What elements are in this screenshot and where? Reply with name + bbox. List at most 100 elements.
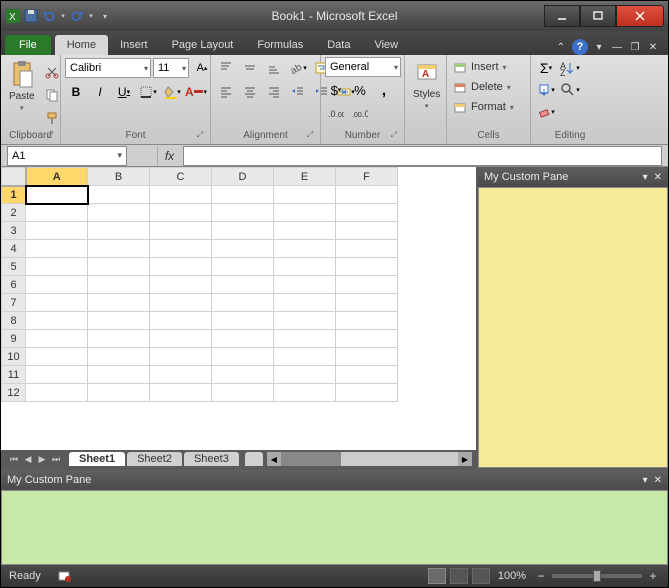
tab-formulas[interactable]: Formulas xyxy=(245,35,315,55)
insert-cells-button[interactable]: Insert▾ xyxy=(451,57,509,77)
cell[interactable] xyxy=(150,204,212,222)
cell[interactable] xyxy=(274,222,336,240)
font-family-combo[interactable]: Calibri xyxy=(65,58,151,78)
cell[interactable] xyxy=(88,294,150,312)
cell[interactable] xyxy=(26,204,88,222)
cell[interactable] xyxy=(150,294,212,312)
app-icon[interactable]: X xyxy=(5,8,21,24)
cell[interactable] xyxy=(88,258,150,276)
file-tab[interactable]: File xyxy=(5,35,51,55)
row-header[interactable]: 5 xyxy=(2,258,26,276)
grid[interactable]: A B C D E F 1 2 3 4 5 6 7 xyxy=(1,167,398,402)
font-size-combo[interactable]: 11 xyxy=(153,58,189,78)
cell[interactable] xyxy=(150,384,212,402)
minimize-button[interactable] xyxy=(544,5,580,27)
cell[interactable] xyxy=(26,312,88,330)
col-header[interactable]: D xyxy=(212,168,274,186)
cell[interactable] xyxy=(26,186,88,204)
cell[interactable] xyxy=(274,366,336,384)
cell[interactable] xyxy=(212,186,274,204)
minimize-ribbon-icon[interactable]: ⌃ xyxy=(554,40,568,54)
sheet-nav-prev-icon[interactable]: ◀ xyxy=(21,452,35,466)
undo-icon[interactable] xyxy=(41,8,57,24)
cell[interactable] xyxy=(274,276,336,294)
cell[interactable] xyxy=(150,186,212,204)
cell[interactable] xyxy=(88,366,150,384)
cell[interactable] xyxy=(26,366,88,384)
row-header[interactable]: 2 xyxy=(2,204,26,222)
row-header[interactable]: 6 xyxy=(2,276,26,294)
row-header[interactable]: 9 xyxy=(2,330,26,348)
pane-body[interactable] xyxy=(478,187,668,468)
cell[interactable] xyxy=(212,348,274,366)
clipboard-launcher-icon[interactable]: ⤢ xyxy=(44,130,56,142)
sheet-tab[interactable]: Sheet2 xyxy=(127,452,182,466)
col-header[interactable]: E xyxy=(274,168,336,186)
align-bottom-icon[interactable] xyxy=(263,57,285,79)
cell[interactable] xyxy=(26,240,88,258)
redo-icon[interactable] xyxy=(69,8,85,24)
sheet-tab[interactable]: Sheet3 xyxy=(184,452,239,466)
cell[interactable] xyxy=(150,348,212,366)
sheet-nav-last-icon[interactable]: ⏭ xyxy=(49,452,63,466)
close-button[interactable] xyxy=(616,5,664,27)
italic-button[interactable]: I xyxy=(89,81,111,103)
cell[interactable] xyxy=(336,312,398,330)
cell[interactable] xyxy=(274,186,336,204)
cell[interactable] xyxy=(150,240,212,258)
format-cells-button[interactable]: Format▾ xyxy=(451,97,516,117)
copy-icon[interactable] xyxy=(41,84,63,106)
cell[interactable] xyxy=(336,366,398,384)
bold-button[interactable]: B xyxy=(65,81,87,103)
h-scrollbar[interactable]: ◀▶ xyxy=(267,452,472,466)
sheet-nav-next-icon[interactable]: ▶ xyxy=(35,452,49,466)
maximize-button[interactable] xyxy=(580,5,616,27)
row-header[interactable]: 8 xyxy=(2,312,26,330)
zoom-out-button[interactable]: − xyxy=(534,569,548,583)
pane-dropdown-icon[interactable]: ▾ xyxy=(643,172,648,183)
sheet-tab[interactable]: Sheet1 xyxy=(69,452,125,466)
alignment-launcher-icon[interactable]: ⤢ xyxy=(304,130,316,142)
row-header[interactable]: 7 xyxy=(2,294,26,312)
styles-button[interactable]: A Styles ▾ xyxy=(409,57,444,114)
tab-data[interactable]: Data xyxy=(315,35,362,55)
currency-icon[interactable]: $▾ xyxy=(325,79,347,101)
border-icon[interactable]: ▾ xyxy=(137,81,159,103)
row-header[interactable]: 4 xyxy=(2,240,26,258)
autosum-icon[interactable]: Σ▾ xyxy=(535,57,557,79)
tab-page-layout[interactable]: Page Layout xyxy=(160,35,246,55)
cell[interactable] xyxy=(88,276,150,294)
macro-record-icon[interactable] xyxy=(53,565,75,587)
cell[interactable] xyxy=(26,294,88,312)
cell[interactable] xyxy=(150,276,212,294)
col-header[interactable]: C xyxy=(150,168,212,186)
zoom-slider[interactable] xyxy=(552,574,642,578)
zoom-in-button[interactable]: + xyxy=(646,569,660,583)
qat-customize-icon[interactable]: ▾ xyxy=(97,8,113,24)
tab-home[interactable]: Home xyxy=(55,35,108,55)
view-normal-button[interactable] xyxy=(428,568,446,584)
fx-button[interactable]: fx xyxy=(157,146,181,166)
delete-cells-button[interactable]: Delete▾ xyxy=(451,77,513,97)
cell[interactable] xyxy=(274,258,336,276)
cell[interactable] xyxy=(336,222,398,240)
cell[interactable] xyxy=(26,258,88,276)
cell[interactable] xyxy=(336,276,398,294)
col-header[interactable]: F xyxy=(336,168,398,186)
cut-icon[interactable] xyxy=(41,61,63,83)
cell[interactable] xyxy=(274,240,336,258)
select-all-corner[interactable] xyxy=(2,168,26,186)
cell[interactable] xyxy=(88,384,150,402)
cell[interactable] xyxy=(336,330,398,348)
row-header[interactable]: 11 xyxy=(2,366,26,384)
mdi-close[interactable]: ✕ xyxy=(646,40,660,54)
cell[interactable] xyxy=(212,222,274,240)
col-header[interactable]: A xyxy=(26,168,88,186)
qat-redo-drop[interactable]: ▾ xyxy=(87,8,95,24)
help-drop[interactable]: ▾ xyxy=(592,40,606,54)
cell[interactable] xyxy=(150,312,212,330)
underline-button[interactable]: U▾ xyxy=(113,81,135,103)
cell[interactable] xyxy=(274,204,336,222)
increase-decimal-icon[interactable]: .0.00 xyxy=(325,103,347,125)
orientation-icon[interactable]: ab▾ xyxy=(287,57,309,79)
